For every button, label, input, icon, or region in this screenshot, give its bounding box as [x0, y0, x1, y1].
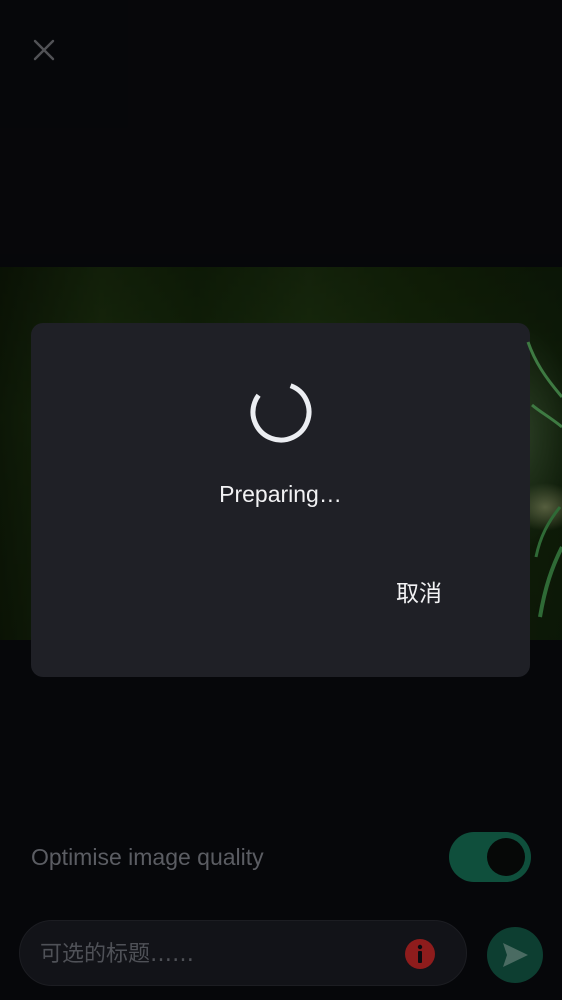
info-icon	[405, 939, 435, 969]
media-send-screen: Optimise image quality Preparing… 取消	[0, 0, 562, 1000]
image-preview	[0, 267, 562, 640]
optimise-quality-toggle[interactable]	[449, 832, 531, 882]
plant-stems	[526, 341, 562, 618]
optimise-quality-label: Optimise image quality	[31, 843, 264, 870]
toggle-knob	[487, 838, 525, 876]
caption-info-button[interactable]	[404, 938, 436, 970]
caption-input[interactable]	[38, 921, 402, 987]
send-icon	[503, 943, 528, 967]
caption-bar	[19, 920, 467, 987]
send-button[interactable]	[487, 927, 543, 983]
optimise-quality-row: Optimise image quality	[31, 832, 531, 882]
